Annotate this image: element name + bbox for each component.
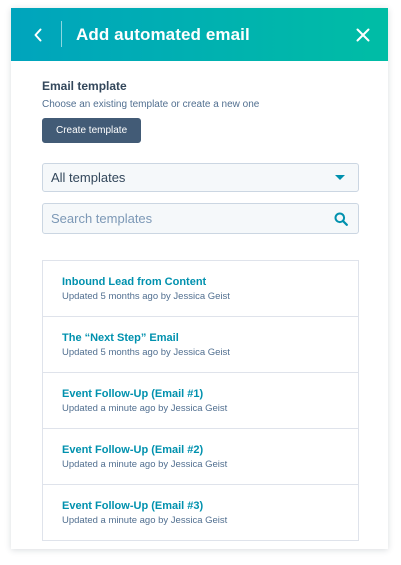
template-name: Event Follow-Up (Email #3) [62,500,204,512]
template-updated: Updated a minute ago by Jessica Geist [62,403,228,414]
add-automated-email-panel: Add automated email Email template Choos… [11,8,388,549]
template-name: Inbound Lead from Content [62,276,207,288]
template-list-item[interactable]: Event Follow-Up (Email #3) Updated a min… [43,485,358,541]
search-templates-field [42,203,359,234]
template-list: Inbound Lead from Content Updated 5 mont… [42,260,359,541]
email-template-heading: Email template [42,79,127,93]
template-list-item[interactable]: The “Next Step” Email Updated 5 months a… [43,317,358,373]
template-filter-value: All templates [51,170,126,185]
search-templates-input[interactable] [43,204,323,233]
template-list-item[interactable]: Event Follow-Up (Email #1) Updated a min… [43,373,358,429]
template-updated: Updated 5 months ago by Jessica Geist [62,291,230,302]
email-template-subtitle: Choose an existing template or create a … [42,99,260,110]
panel-title: Add automated email [76,25,250,44]
template-filter-dropdown[interactable]: All templates [42,163,359,192]
template-updated: Updated a minute ago by Jessica Geist [62,515,228,526]
panel-content: Email template Choose an existing templa… [42,78,359,541]
close-button[interactable] [352,8,374,61]
template-name: Event Follow-Up (Email #1) [62,388,204,400]
header-divider [61,21,62,47]
template-list-item[interactable]: Event Follow-Up (Email #2) Updated a min… [43,429,358,485]
caret-down-icon [335,175,345,180]
template-name: Event Follow-Up (Email #2) [62,444,204,456]
template-updated: Updated a minute ago by Jessica Geist [62,459,228,470]
template-name: The “Next Step” Email [62,332,179,344]
search-icon[interactable] [334,212,348,226]
back-button[interactable] [23,8,53,61]
close-icon [356,28,370,41]
template-list-item[interactable]: Inbound Lead from Content Updated 5 mont… [43,261,358,317]
create-template-button[interactable]: Create template [42,118,142,143]
template-updated: Updated 5 months ago by Jessica Geist [62,347,230,358]
chevron-left-icon [34,28,42,41]
panel-header: Add automated email [11,8,388,61]
